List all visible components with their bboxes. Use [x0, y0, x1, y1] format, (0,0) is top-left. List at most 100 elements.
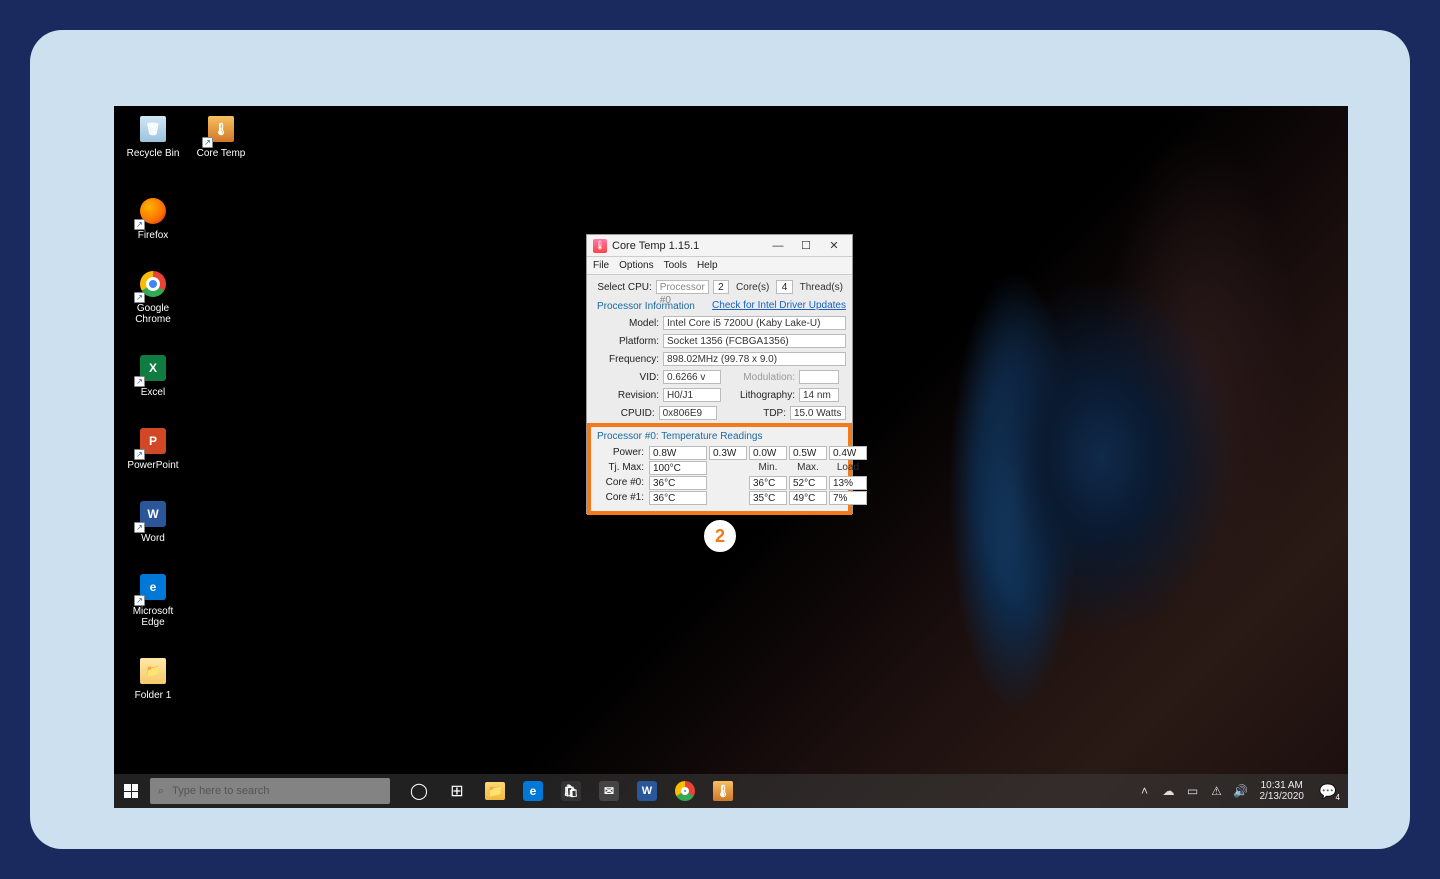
- desktop-icon-google-chrome[interactable]: ↗ Google Chrome: [122, 267, 184, 325]
- desktop-icon-powerpoint[interactable]: P↗ PowerPoint: [122, 424, 184, 471]
- vid-value: 0.6266 v: [663, 370, 721, 384]
- revision-value: H0/J1: [663, 388, 721, 402]
- clock-time: 10:31 AM: [1261, 780, 1303, 791]
- select-cpu-dropdown[interactable]: Processor #0: [656, 280, 709, 294]
- core-row-0: Core #0: 36°C 36°C 52°C 13%: [597, 475, 842, 490]
- core-row-1: Core #1: 36°C 35°C 49°C 7%: [597, 490, 842, 505]
- desktop-icon-label: Word: [141, 533, 165, 544]
- frequency-value: 898.02MHz (99.78 x 9.0): [663, 352, 846, 366]
- power-value-4: 0.4W: [829, 446, 867, 460]
- cpuid-label: CPUID:: [593, 408, 655, 419]
- task-view-icon[interactable]: ⊞: [442, 776, 472, 806]
- notification-count: 4: [1336, 793, 1340, 802]
- col-max: Max.: [789, 462, 827, 473]
- taskbar-search[interactable]: ⌕ Type here to search: [150, 778, 390, 804]
- taskbar-clock[interactable]: 10:31 AM 2/13/2020: [1256, 780, 1309, 802]
- maximize-button[interactable]: ☐: [792, 237, 820, 255]
- menu-bar: File Options Tools Help: [587, 257, 852, 275]
- chrome-taskbar-icon[interactable]: [670, 776, 700, 806]
- tdp-label: TDP:: [721, 408, 786, 419]
- model-label: Model:: [593, 318, 659, 329]
- power-value-3: 0.5W: [789, 446, 827, 460]
- windows-logo-icon: [124, 784, 138, 798]
- core-1-load: 7%: [829, 491, 867, 505]
- desktop-icon-label: Microsoft Edge: [122, 606, 184, 628]
- core-0-min: 36°C: [749, 476, 787, 490]
- core-0-cur: 36°C: [649, 476, 707, 490]
- desktop-icon-label: Recycle Bin: [127, 148, 180, 159]
- core-0-load: 13%: [829, 476, 867, 490]
- minimize-button[interactable]: —: [764, 237, 792, 255]
- driver-updates-link[interactable]: Check for Intel Driver Updates: [712, 300, 846, 311]
- tray-wifi-icon[interactable]: ⚠: [1208, 782, 1226, 800]
- modulation-label: Modulation:: [725, 372, 795, 383]
- power-value-2: 0.0W: [749, 446, 787, 460]
- model-value: Intel Core i5 7200U (Kaby Lake-U): [663, 316, 846, 330]
- file-explorer-icon[interactable]: 📁: [480, 776, 510, 806]
- desktop-icon-label: Excel: [141, 387, 165, 398]
- desktop-icon-label: Folder 1: [135, 690, 172, 701]
- desktop-icon-excel[interactable]: X↗ Excel: [122, 351, 184, 398]
- lithography-label: Lithography:: [725, 390, 795, 401]
- lithography-value: 14 nm: [799, 388, 839, 402]
- edge-icon[interactable]: e: [518, 776, 548, 806]
- tdp-value: 15.0 Watts: [790, 406, 846, 420]
- windows-desktop: 🗑 Recycle Bin 🌡↗ Core Temp ↗ Firefox ↗ G…: [114, 106, 1348, 808]
- page-frame: 🗑 Recycle Bin 🌡↗ Core Temp ↗ Firefox ↗ G…: [30, 30, 1410, 849]
- tjmax-value: 100°C: [649, 461, 707, 475]
- processor-info-heading: Processor Information: [593, 299, 695, 312]
- core-1-max: 49°C: [789, 491, 827, 505]
- desktop-icon-recycle-bin[interactable]: 🗑 Recycle Bin: [122, 112, 184, 159]
- tray-battery-icon[interactable]: ▭: [1184, 782, 1202, 800]
- power-label: Power:: [597, 447, 647, 458]
- start-button[interactable]: [114, 774, 148, 808]
- core-temp-window[interactable]: 🌡 Core Temp 1.15.1 — ☐ ✕ File Options To…: [586, 234, 853, 514]
- select-cpu-label: Select CPU:: [593, 282, 652, 293]
- callout-badge-2: 2: [704, 520, 736, 552]
- desktop-icon-label: PowerPoint: [127, 460, 178, 471]
- clock-date: 2/13/2020: [1260, 791, 1305, 802]
- frequency-label: Frequency:: [593, 354, 659, 365]
- desktop-icon-folder-1[interactable]: 📁 Folder 1: [122, 654, 184, 701]
- desktop-icon-label: Firefox: [138, 230, 169, 241]
- menu-tools[interactable]: Tools: [664, 260, 687, 271]
- tray-chevron-up-icon[interactable]: ˄: [1136, 782, 1154, 800]
- core-1-label: Core #1:: [597, 492, 647, 503]
- power-value-0: 0.8W: [649, 446, 707, 460]
- cpuid-value: 0x806E9: [659, 406, 717, 420]
- action-center-icon[interactable]: 💬4: [1314, 777, 1342, 805]
- search-icon: ⌕: [158, 785, 164, 798]
- cores-label: Core(s): [733, 282, 772, 293]
- desktop-icon-core-temp[interactable]: 🌡↗ Core Temp: [190, 112, 252, 159]
- tray-onedrive-icon[interactable]: ☁: [1160, 782, 1178, 800]
- core-1-min: 35°C: [749, 491, 787, 505]
- search-placeholder: Type here to search: [172, 785, 269, 797]
- threads-label: Thread(s): [797, 282, 846, 293]
- core-temp-taskbar-icon[interactable]: 🌡: [708, 776, 738, 806]
- menu-help[interactable]: Help: [697, 260, 718, 271]
- desktop-icon-firefox[interactable]: ↗ Firefox: [122, 194, 184, 241]
- desktop-icon-word[interactable]: W↗ Word: [122, 497, 184, 544]
- temperature-readings-heading: Processor #0: Temperature Readings: [597, 431, 842, 442]
- desktop-icon-microsoft-edge[interactable]: e↗ Microsoft Edge: [122, 570, 184, 628]
- platform-value: Socket 1356 (FCBGA1356): [663, 334, 846, 348]
- core-1-cur: 36°C: [649, 491, 707, 505]
- temperature-readings-panel: Processor #0: Temperature Readings Power…: [587, 423, 852, 515]
- store-icon[interactable]: 🛍: [556, 776, 586, 806]
- mail-icon[interactable]: ✉: [594, 776, 624, 806]
- menu-file[interactable]: File: [593, 260, 609, 271]
- word-taskbar-icon[interactable]: W: [632, 776, 662, 806]
- close-button[interactable]: ✕: [820, 237, 848, 255]
- menu-options[interactable]: Options: [619, 260, 653, 271]
- platform-label: Platform:: [593, 336, 659, 347]
- threads-count: 4: [776, 280, 792, 294]
- core-0-label: Core #0:: [597, 477, 647, 488]
- titlebar[interactable]: 🌡 Core Temp 1.15.1 — ☐ ✕: [587, 235, 852, 257]
- cortana-icon[interactable]: ◯: [404, 776, 434, 806]
- taskbar: ⌕ Type here to search ◯ ⊞ 📁 e 🛍 ✉ W 🌡 ˄ …: [114, 774, 1348, 808]
- cores-count: 2: [713, 280, 729, 294]
- core-temp-icon: 🌡: [593, 239, 607, 253]
- tray-volume-icon[interactable]: 🔊: [1232, 782, 1250, 800]
- desktop-icon-label: Core Temp: [197, 148, 246, 159]
- core-0-max: 52°C: [789, 476, 827, 490]
